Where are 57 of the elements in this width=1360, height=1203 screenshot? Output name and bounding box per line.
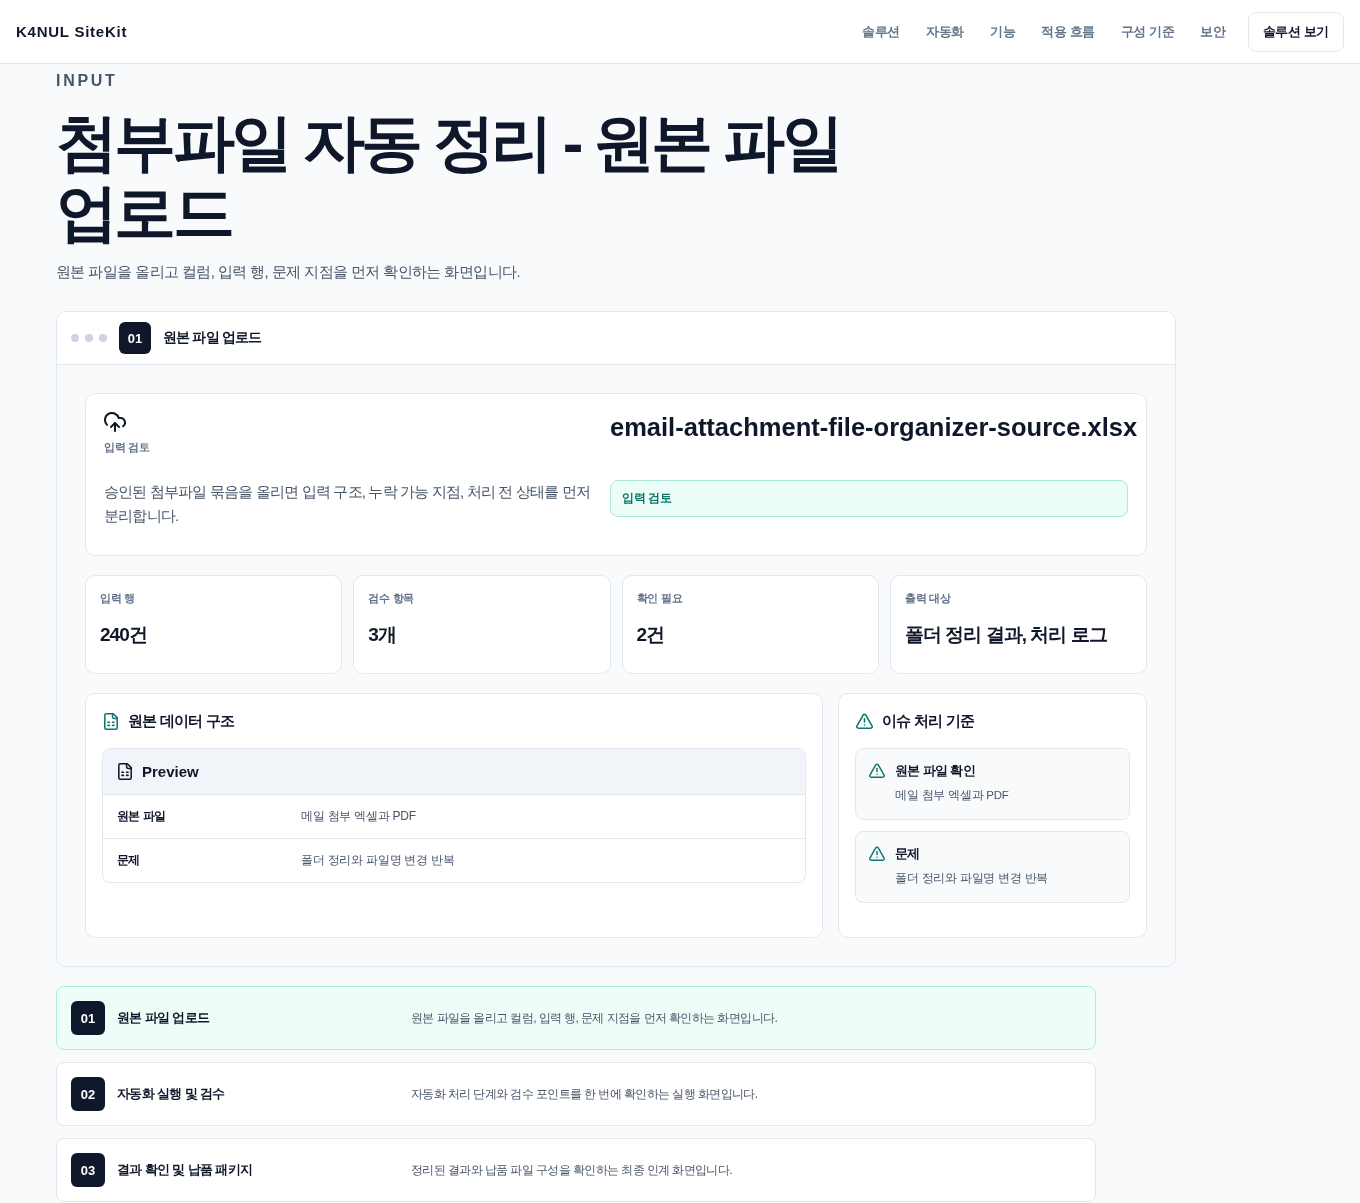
stat-value: 240건 <box>100 623 147 647</box>
upload-label: 입력 검토 <box>104 440 150 455</box>
stat-label: 검수 항목 <box>368 591 415 606</box>
step-badge: 02 <box>71 1077 105 1111</box>
step-title: 원본 파일 업로드 <box>117 1009 210 1027</box>
file-name: email-attachment-file-organizer-source.xlsx <box>610 412 1138 442</box>
warning-icon <box>869 763 885 778</box>
table-cell: 폴더 정리와 파일명 변경 반복 <box>301 852 455 869</box>
issue-title: 원본 파일 확인 <box>895 762 976 780</box>
nav-link[interactable]: 기능 <box>989 22 1016 41</box>
dot-icon <box>71 334 79 342</box>
issue-description: 메일 첨부 엑셀과 PDF <box>895 788 1009 803</box>
stat-value: 폴더 정리 결과, 처리 로그 <box>904 623 1107 647</box>
step-row[interactable]: 01 원본 파일 업로드 원본 파일을 올리고 컬럼, 입력 행, 문제 지점을 먼저 확인하는 화면입니다. <box>56 986 1096 1050</box>
step-title: 자동화 실행 및 검수 <box>117 1085 225 1103</box>
stat-value: 2건 <box>636 623 665 647</box>
stat-label: 입력 행 <box>100 591 136 606</box>
stat-value: 3개 <box>368 623 396 647</box>
step-badge: 01 <box>119 322 151 354</box>
stat-label: 확인 필요 <box>636 591 683 606</box>
step-badge: 03 <box>71 1153 105 1187</box>
step-description: 자동화 처리 단계와 검수 포인트를 한 번에 확인하는 실행 화면입니다. <box>411 1085 758 1103</box>
table-cell: 문제 <box>117 852 140 869</box>
step-row[interactable]: 02 자동화 실행 및 검수 자동화 처리 단계와 검수 포인트를 한 번에 확인하는 실행 화면입니다. <box>56 1062 1096 1126</box>
table-cell: 메일 첨부 엑셀과 PDF <box>301 808 416 825</box>
panel-title: 원본 파일 업로드 <box>163 329 262 347</box>
page-subtitle: 원본 파일을 올리고 컬럼, 입력 행, 문제 지점을 먼저 확인하는 화면입니다. <box>56 262 520 282</box>
card-title: 이슈 처리 기준 <box>882 711 975 731</box>
warning-icon <box>869 846 885 861</box>
nav-link[interactable]: 보안 <box>1200 22 1226 41</box>
eyebrow-label: INPUT <box>56 71 118 91</box>
stat-label: 출력 대상 <box>904 591 951 606</box>
logo[interactable]: K4NUL SiteKit <box>16 23 128 40</box>
dot-icon <box>99 334 107 342</box>
step-badge: 01 <box>71 1001 105 1035</box>
step-description: 정리된 결과와 납품 파일 구성을 확인하는 최종 인계 화면입니다. <box>411 1161 732 1179</box>
status-banner: 입력 검토 <box>610 480 1128 517</box>
card-title: 원본 데이터 구조 <box>128 711 235 731</box>
warning-icon <box>856 713 873 729</box>
nav-link[interactable]: 자동화 <box>926 22 964 41</box>
nav-link[interactable]: 구성 기준 <box>1120 22 1175 41</box>
step-row[interactable]: 03 결과 확인 및 납품 패키지 정리된 결과와 납품 파일 구성을 확인하는 최종 인계 화면입니다. <box>56 1138 1096 1202</box>
nav-link[interactable]: 적용 흐름 <box>1041 22 1095 41</box>
dot-icon <box>85 334 93 342</box>
page-title: 첨부파일 자동 정리 - 원본 파일 업로드 <box>56 108 841 248</box>
cta-button[interactable]: 솔루션 보기 <box>1247 11 1344 52</box>
step-title: 결과 확인 및 납품 패키지 <box>117 1161 253 1179</box>
table-title: Preview <box>142 763 199 780</box>
step-description: 원본 파일을 올리고 컬럼, 입력 행, 문제 지점을 먼저 확인하는 화면입니다. <box>411 1009 778 1027</box>
spreadsheet-icon <box>118 763 132 780</box>
upload-description: 승인된 첨부파일 묶음을 올리면 입력 구조, 누락 가능 지점, 처리 전 상태를 먼저 분리합니다. <box>104 482 592 526</box>
cloud-upload-icon <box>104 412 126 432</box>
table-cell: 원본 파일 <box>117 808 166 825</box>
spreadsheet-icon <box>104 712 118 730</box>
nav-link[interactable]: 솔루션 <box>862 22 901 41</box>
issue-title: 문제 <box>895 845 920 863</box>
issue-description: 폴더 정리와 파일명 변경 반복 <box>895 871 1049 886</box>
